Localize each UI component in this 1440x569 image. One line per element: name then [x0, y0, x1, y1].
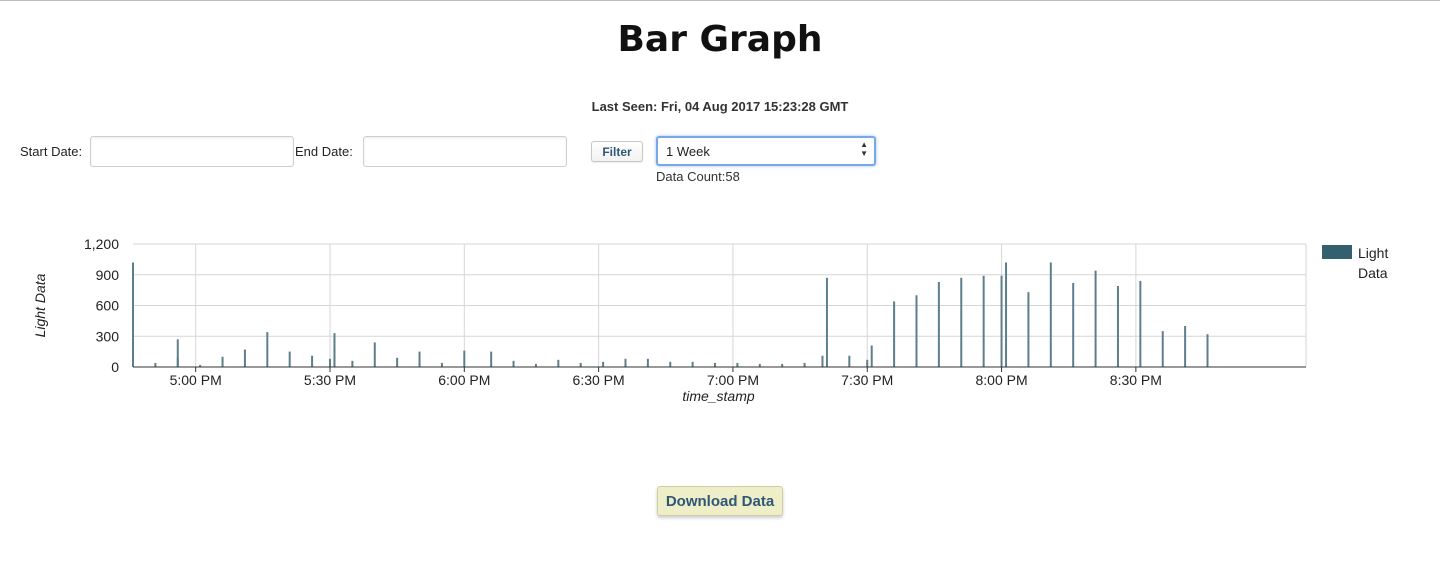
bar[interactable]: [154, 362, 157, 367]
bar[interactable]: [396, 357, 399, 367]
bar[interactable]: [960, 277, 963, 367]
bar[interactable]: [1027, 292, 1030, 367]
bar[interactable]: [691, 361, 694, 367]
bar[interactable]: [848, 355, 851, 367]
x-tick-label: 7:30 PM: [841, 372, 893, 388]
bar[interactable]: [1139, 280, 1142, 367]
y-axis-ticks: 0 300 600 900 1,200: [84, 236, 119, 375]
bar[interactable]: [646, 358, 649, 367]
y-tick-label: 300: [96, 328, 120, 344]
bar[interactable]: [669, 361, 672, 367]
bar[interactable]: [440, 362, 443, 367]
bar[interactable]: [602, 361, 605, 367]
y-tick-label: 0: [111, 359, 119, 375]
bar[interactable]: [1161, 331, 1164, 367]
chart-grid: [133, 243, 1307, 368]
data-count: Data Count:58: [656, 169, 740, 184]
bar[interactable]: [893, 301, 896, 367]
range-select[interactable]: 1 Week ▲ ▼: [656, 136, 876, 166]
range-select-value: 1 Week: [666, 144, 710, 159]
x-tick-label: 5:30 PM: [304, 372, 356, 388]
bar[interactable]: [870, 345, 873, 367]
bar[interactable]: [221, 356, 224, 367]
bar[interactable]: [803, 362, 806, 367]
bar[interactable]: [176, 357, 179, 367]
bar[interactable]: [463, 350, 466, 367]
end-date-input[interactable]: [363, 136, 567, 167]
legend-label: Light Data: [1358, 245, 1389, 281]
select-arrows-icon: ▲ ▼: [860, 140, 868, 158]
page-title: Bar Graph: [617, 19, 823, 60]
bar[interactable]: [821, 355, 824, 367]
last-seen-text: Last Seen: Fri, 04 Aug 2017 15:23:28 GMT: [591, 99, 849, 114]
bar[interactable]: [1049, 262, 1052, 367]
y-axis-label: Light Data: [32, 273, 48, 337]
bar[interactable]: [490, 351, 493, 367]
bar[interactable]: [1000, 275, 1003, 367]
y-tick-label: 1,200: [84, 236, 119, 252]
bar[interactable]: [736, 362, 739, 367]
bar[interactable]: [373, 342, 376, 367]
bar[interactable]: [557, 359, 560, 367]
bar[interactable]: [418, 351, 421, 367]
bar[interactable]: [1072, 282, 1075, 367]
end-date-label: End Date:: [295, 144, 353, 159]
bar[interactable]: [624, 358, 627, 367]
bar[interactable]: [351, 360, 354, 367]
y-tick-label: 600: [96, 298, 120, 314]
x-tick-label: 8:00 PM: [975, 372, 1027, 388]
start-date-input[interactable]: [90, 136, 294, 167]
x-tick-label: 6:30 PM: [573, 372, 625, 388]
bar[interactable]: [266, 332, 269, 367]
bar[interactable]: [1206, 334, 1209, 367]
legend-swatch: [1322, 245, 1352, 259]
bar[interactable]: [982, 275, 985, 367]
y-tick-label: 900: [96, 267, 120, 283]
filter-button[interactable]: Filter: [591, 141, 643, 162]
bar[interactable]: [328, 358, 331, 367]
bar[interactable]: [866, 359, 869, 367]
bar[interactable]: [937, 281, 940, 367]
bar[interactable]: [243, 349, 246, 367]
bar[interactable]: [915, 295, 918, 367]
x-tick-label: 8:30 PM: [1110, 372, 1162, 388]
bar[interactable]: [1184, 326, 1187, 367]
x-axis-ticks: 5:00 PM 5:30 PM 6:00 PM 6:30 PM 7:00 PM 7:30 …: [170, 367, 1162, 388]
x-tick-label: 6:00 PM: [438, 372, 490, 388]
bar[interactable]: [132, 262, 134, 367]
x-tick-label: 7:00 PM: [707, 372, 759, 388]
bar[interactable]: [288, 351, 291, 367]
download-data-button[interactable]: Download Data: [657, 486, 783, 516]
bar[interactable]: [1005, 262, 1008, 367]
x-axis-label: time_stamp: [682, 388, 755, 404]
bar[interactable]: [825, 277, 828, 367]
bar[interactable]: [714, 362, 717, 367]
start-date-label: Start Date:: [20, 144, 83, 159]
bar[interactable]: [1116, 286, 1119, 367]
bar[interactable]: [512, 360, 515, 367]
bar[interactable]: [311, 355, 314, 367]
chart-bars: [132, 262, 1209, 367]
x-tick-label: 5:00 PM: [170, 372, 222, 388]
bar[interactable]: [333, 348, 336, 367]
bar[interactable]: [1094, 270, 1097, 367]
bar[interactable]: [579, 362, 582, 367]
bar-chart: 0 300 600 900 1,200 5:00 PM 5:30 PM 6:00 PM 6:3…: [32, 236, 1307, 404]
